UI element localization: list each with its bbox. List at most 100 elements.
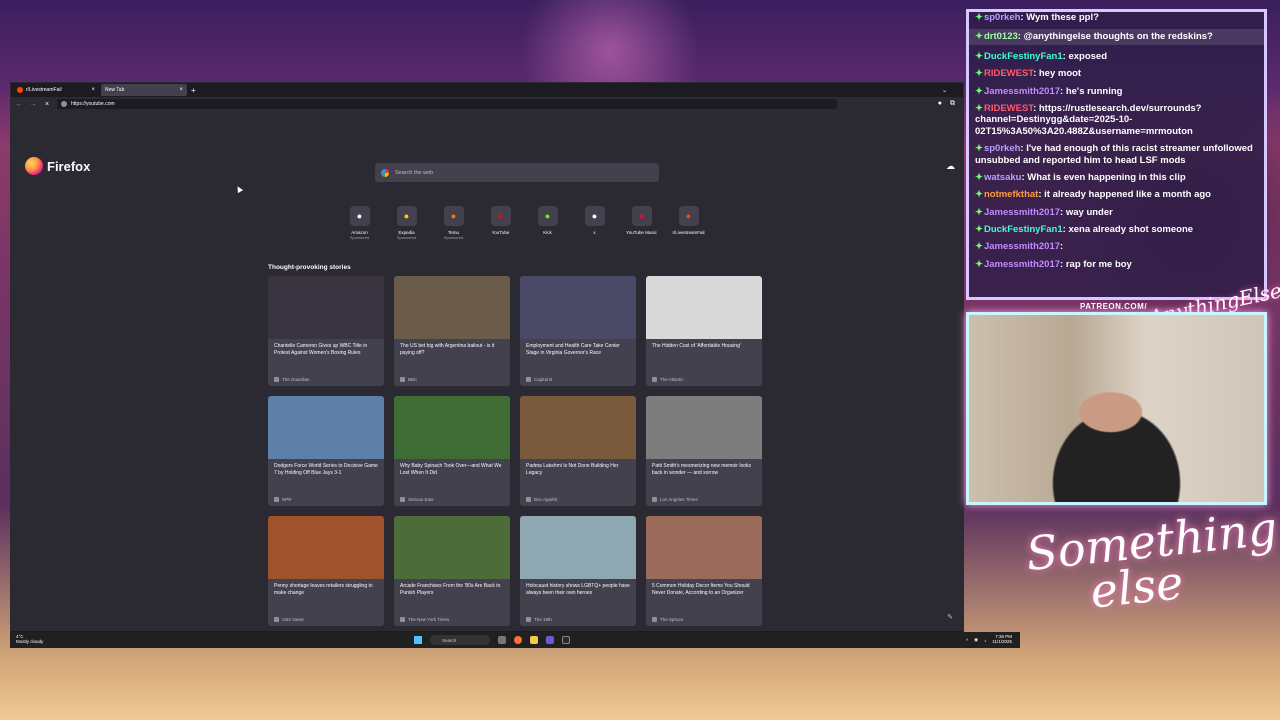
- firefox-taskbar-icon[interactable]: [514, 636, 522, 644]
- file-explorer-icon[interactable]: [530, 636, 538, 644]
- chat-text: it already happened like a month ago: [1044, 189, 1211, 201]
- chat-message: ✦sp0rkeh: Wym these ppl?: [975, 12, 1099, 23]
- story-card[interactable]: Employment and Health Care Take Center S…: [520, 276, 636, 386]
- story-title: Dodgers Force World Series to Decisive G…: [274, 463, 378, 476]
- source-icon: [652, 497, 657, 502]
- chat-username[interactable]: sp0rkeh: [984, 143, 1020, 154]
- reddit-icon: ●: [678, 206, 699, 226]
- source-name: The Atlantic: [660, 377, 684, 382]
- source-name: Capital B: [534, 377, 553, 382]
- shortcut-expedia[interactable]: ● Expedia Sponsored: [383, 206, 430, 240]
- chat-username[interactable]: watsaku: [984, 172, 1022, 183]
- stories-grid: Chantelle Cameron Gives up WBC Title in …: [268, 276, 762, 647]
- story-card[interactable]: The Hidden Cost of 'Affordable Housing' …: [646, 276, 762, 386]
- close-icon[interactable]: ×: [91, 87, 95, 93]
- sub-badge-icon: ✦: [975, 68, 983, 80]
- tab-new-tab[interactable]: New Tab ×: [101, 84, 187, 96]
- kick-icon: ●: [537, 206, 558, 226]
- taskbar-search-label: Search: [442, 637, 457, 643]
- story-source: The Guardian: [274, 377, 310, 382]
- story-card[interactable]: Padma Lakshmi Is Not Done Building Her L…: [520, 396, 636, 506]
- shortcut-label: YouTube: [491, 230, 510, 235]
- shortcut-label: r/LivestreamFail: [672, 230, 705, 235]
- discord-icon[interactable]: [546, 636, 554, 644]
- webcam-feed: [966, 312, 1267, 505]
- windows-start-icon[interactable]: [414, 636, 422, 644]
- stop-icon[interactable]: ×: [43, 101, 51, 108]
- story-source: The Atlantic: [652, 377, 684, 382]
- sub-badge-icon: ✦: [975, 189, 983, 201]
- story-title: Why Baby Spinach Took Over—and What We L…: [400, 463, 502, 476]
- story-card[interactable]: Patti Smith's mesmerizing new memoir loo…: [646, 396, 762, 506]
- story-title: Penny shortage leaves retailers struggli…: [274, 583, 373, 596]
- story-card[interactable]: Chantelle Cameron Gives up WBC Title in …: [268, 276, 384, 386]
- chat-username[interactable]: Jamessmith2017: [984, 86, 1060, 97]
- story-title: Holocaust history shows LGBTQ+ people ha…: [526, 583, 630, 596]
- network-icon[interactable]: ◉: [974, 637, 978, 643]
- shortcut-youtube[interactable]: ● YouTube: [477, 206, 524, 240]
- toolbar-right: ● ⧉: [938, 100, 955, 108]
- chat-username[interactable]: RIDEWEST: [984, 68, 1033, 79]
- shortcut-r-livestreamfail[interactable]: ● r/LivestreamFail: [665, 206, 712, 240]
- source-name: The New York Times: [408, 617, 450, 622]
- url-bar[interactable]: https://youtube.com: [57, 99, 837, 109]
- chat-message: ✦drt0123: @anythingelse thoughts on the …: [969, 29, 1264, 45]
- chat-username[interactable]: drt0123: [984, 31, 1018, 42]
- taskbar-search[interactable]: Search: [430, 635, 490, 645]
- task-view-icon[interactable]: [498, 636, 506, 644]
- shortcut-temu[interactable]: ● Temu Sponsored: [430, 206, 477, 240]
- chat-username[interactable]: DuckFestinyFan1: [984, 224, 1063, 235]
- chat-message: ✦DuckFestinyFan1: exposed: [975, 50, 1107, 62]
- shortcut-sublabel: Sponsored: [443, 235, 464, 240]
- story-image: [268, 516, 384, 579]
- account-icon[interactable]: ●: [938, 100, 942, 108]
- chat-username[interactable]: Jamessmith2017: [984, 241, 1060, 252]
- volume-icon[interactable]: ♪: [984, 638, 986, 643]
- story-source: NPR: [274, 497, 292, 502]
- story-image: [268, 276, 384, 339]
- site-info-icon[interactable]: [61, 101, 67, 107]
- chat-username[interactable]: sp0rkeh: [984, 12, 1020, 23]
- forward-icon[interactable]: →: [29, 101, 37, 108]
- shortcut-amazon[interactable]: ● Amazon Sponsored: [336, 206, 383, 240]
- tab-livestreamfail[interactable]: r/LivestreamFail ×: [13, 84, 99, 96]
- shortcut-x[interactable]: ● x: [571, 206, 618, 240]
- shortcut-youtube-music[interactable]: ● YouTube Music: [618, 206, 665, 240]
- shortcut-kick[interactable]: ● Kick: [524, 206, 571, 240]
- chat-username[interactable]: DuckFestinyFan1: [984, 51, 1063, 62]
- weather-desc: Mostly cloudy: [16, 639, 44, 644]
- story-card[interactable]: Dodgers Force World Series to Decisive G…: [268, 396, 384, 506]
- chat-username[interactable]: notmefkthat: [984, 189, 1038, 200]
- sub-badge-icon: ✦: [975, 12, 983, 23]
- story-title: The US bet big with Argentina bailout - …: [400, 343, 495, 356]
- obs-icon[interactable]: [562, 636, 570, 644]
- source-name: Serious Eats: [408, 497, 434, 502]
- story-card[interactable]: Holocaust history shows LGBTQ+ people ha…: [520, 516, 636, 626]
- story-title: Patti Smith's mesmerizing new memoir loo…: [652, 463, 752, 476]
- story-source: The 19th: [526, 617, 552, 622]
- story-card[interactable]: The US bet big with Argentina bailout - …: [394, 276, 510, 386]
- story-card[interactable]: 5 Common Holiday Decor Items You Should …: [646, 516, 762, 626]
- search-input[interactable]: Search the web: [375, 163, 659, 182]
- story-source: Bon Appétit: [526, 497, 557, 502]
- chevron-down-icon[interactable]: ⌄: [942, 87, 947, 94]
- story-card[interactable]: Penny shortage leaves retailers struggli…: [268, 516, 384, 626]
- chat-text: he's running: [1065, 85, 1123, 97]
- story-card[interactable]: Why Baby Spinach Took Over—and What We L…: [394, 396, 510, 506]
- new-tab-button[interactable]: +: [191, 86, 196, 95]
- clock[interactable]: 7:36 PM 11/1/2025: [992, 634, 1012, 645]
- story-image: [646, 276, 762, 339]
- chat-username[interactable]: Jamessmith2017: [984, 207, 1060, 218]
- customize-icon[interactable]: ✎: [947, 613, 953, 621]
- extensions-icon[interactable]: ⧉: [950, 100, 955, 108]
- chat-username[interactable]: Jamessmith2017: [984, 259, 1060, 270]
- weather-icon[interactable]: ☁: [946, 161, 955, 172]
- chat-username[interactable]: RIDEWEST: [984, 103, 1033, 114]
- taskbar-weather[interactable]: 4°C Mostly cloudy: [16, 634, 44, 645]
- expedia-icon: ●: [396, 206, 417, 226]
- close-icon[interactable]: ×: [179, 87, 183, 93]
- chevron-up-icon[interactable]: ^: [966, 638, 968, 643]
- story-card[interactable]: Arcade Franchises From the '80s Are Back…: [394, 516, 510, 626]
- brand-logo: Something else: [1023, 501, 1280, 620]
- back-icon[interactable]: ←: [15, 101, 23, 108]
